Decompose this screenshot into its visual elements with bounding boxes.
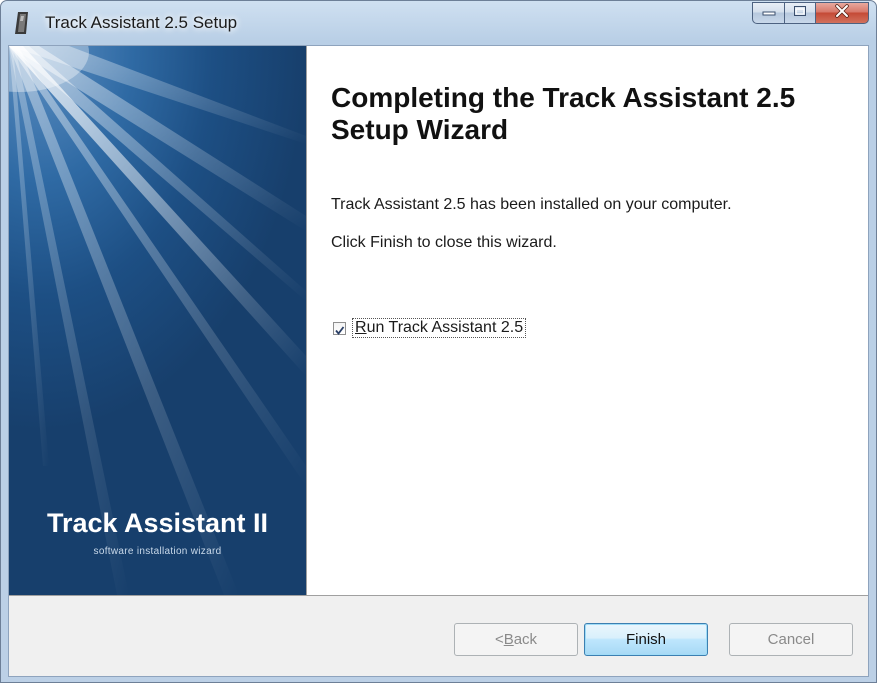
title-bar[interactable]: Track Assistant 2.5 Setup bbox=[1, 1, 876, 45]
run-app-option[interactable]: Run Track Assistant 2.5 bbox=[333, 318, 527, 338]
back-prefix: < bbox=[494, 631, 504, 648]
checkmark-icon bbox=[334, 323, 345, 341]
back-accesskey: B bbox=[503, 631, 514, 648]
run-app-label[interactable]: Run Track Assistant 2.5 bbox=[352, 318, 527, 338]
minimize-button[interactable] bbox=[752, 2, 784, 24]
finish-instruction: Click Finish to close this wizard. bbox=[331, 234, 557, 251]
setup-app-icon bbox=[11, 10, 35, 36]
banner-subtitle: software installation wizard bbox=[93, 546, 222, 557]
close-button[interactable] bbox=[815, 2, 869, 24]
maximize-icon bbox=[793, 4, 807, 22]
run-app-checkbox[interactable] bbox=[333, 321, 346, 335]
banner-title: Track Assistant II bbox=[46, 508, 269, 538]
cancel-button[interactable]: Cancel bbox=[729, 623, 853, 656]
back-label: ack bbox=[513, 631, 538, 648]
minimize-icon bbox=[762, 4, 776, 22]
maximize-button[interactable] bbox=[784, 2, 815, 24]
run-accesskey: R bbox=[355, 319, 367, 336]
run-label-text: un Track Assistant 2.5 bbox=[366, 319, 524, 336]
installed-message: Track Assistant 2.5 has been installed o… bbox=[331, 196, 732, 213]
page-title: Completing the Track Assistant 2.5 Setup… bbox=[331, 82, 796, 145]
banner-divider bbox=[306, 46, 307, 595]
button-bar: < Back Finish Cancel bbox=[9, 595, 868, 676]
window-title: Track Assistant 2.5 Setup bbox=[45, 13, 238, 32]
wizard-client-area: Track Assistant II software installation… bbox=[8, 45, 869, 677]
wizard-banner: Track Assistant II software installation… bbox=[9, 46, 306, 595]
close-icon bbox=[834, 3, 850, 23]
setup-window: Track Assistant 2.5 Setup Track Assistan… bbox=[0, 0, 877, 683]
finish-button[interactable]: Finish bbox=[584, 623, 708, 656]
caption-buttons bbox=[752, 2, 869, 25]
back-button[interactable]: < Back bbox=[454, 623, 578, 656]
